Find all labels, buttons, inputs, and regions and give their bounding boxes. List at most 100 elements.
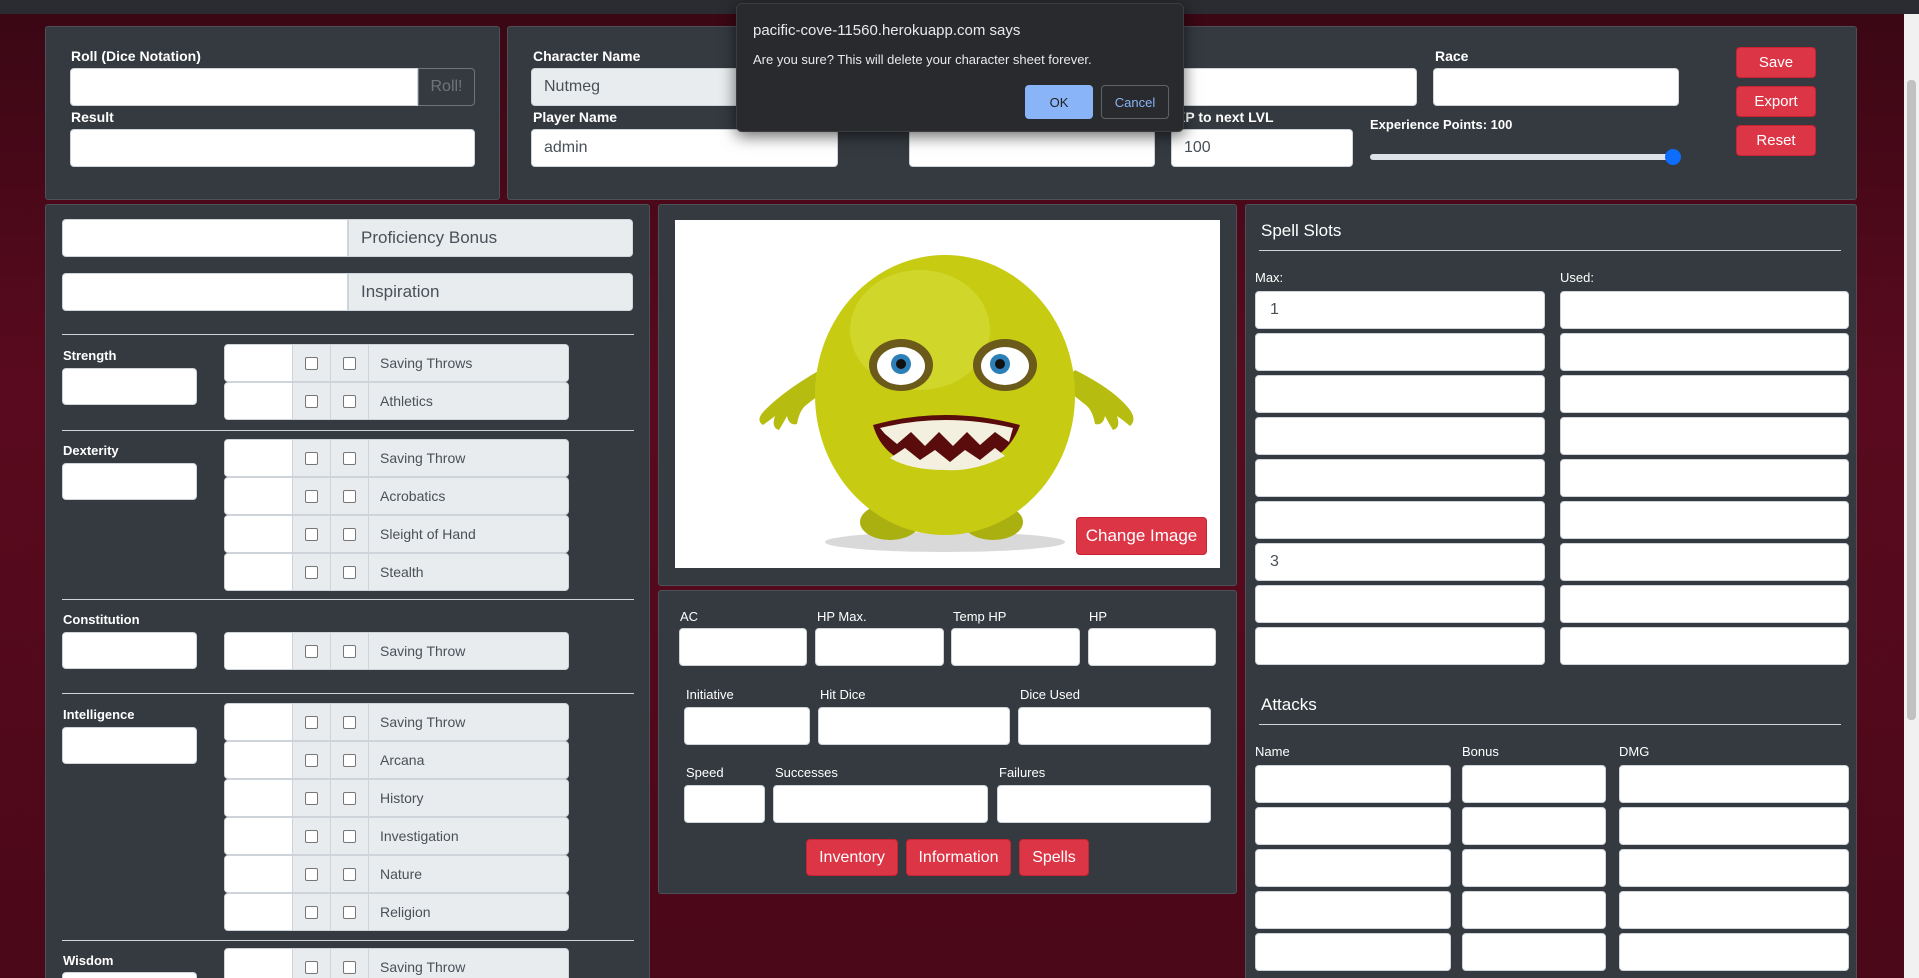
skill-value[interactable] bbox=[225, 742, 293, 778]
spell-slot-max-4[interactable] bbox=[1255, 417, 1545, 455]
expertise-checkbox[interactable] bbox=[331, 383, 369, 419]
spell-slot-max-6[interactable] bbox=[1255, 501, 1545, 539]
skill-row-stealth[interactable]: Stealth bbox=[224, 553, 569, 591]
spell-slot-max-8[interactable] bbox=[1255, 585, 1545, 623]
attack-bonus-field[interactable] bbox=[1462, 891, 1606, 929]
attack-name-field[interactable] bbox=[1255, 891, 1451, 929]
dialog-ok-button[interactable]: OK bbox=[1025, 85, 1093, 119]
spell-slot-used-1[interactable] bbox=[1560, 291, 1849, 329]
roll-input[interactable] bbox=[70, 68, 418, 106]
skill-row-sleight-of-hand[interactable]: Sleight of Hand bbox=[224, 515, 569, 553]
failures-field[interactable] bbox=[997, 785, 1211, 823]
inventory-button[interactable]: Inventory bbox=[806, 839, 898, 876]
proficient-checkbox[interactable] bbox=[293, 818, 331, 854]
attack-bonus-field[interactable] bbox=[1462, 807, 1606, 845]
spell-slot-used-8[interactable] bbox=[1560, 585, 1849, 623]
proficient-checkbox[interactable] bbox=[293, 383, 331, 419]
spell-slot-used-3[interactable] bbox=[1560, 375, 1849, 413]
skill-row-athletics[interactable]: Athletics bbox=[224, 382, 569, 420]
expertise-checkbox[interactable] bbox=[331, 704, 369, 740]
skill-value[interactable] bbox=[225, 440, 293, 476]
intelligence-input[interactable] bbox=[62, 727, 197, 764]
spell-slot-used-4[interactable] bbox=[1560, 417, 1849, 455]
successes-field[interactable] bbox=[773, 785, 988, 823]
skill-value[interactable] bbox=[225, 478, 293, 514]
skill-row-arcana[interactable]: Arcana bbox=[224, 741, 569, 779]
skill-row-acrobatics[interactable]: Acrobatics bbox=[224, 477, 569, 515]
experience-slider-thumb[interactable] bbox=[1665, 149, 1681, 165]
ac-field[interactable] bbox=[679, 628, 807, 666]
initiative-field[interactable] bbox=[684, 707, 810, 745]
spell-slot-max-2[interactable] bbox=[1255, 333, 1545, 371]
temp-hp-field[interactable] bbox=[951, 628, 1080, 666]
skill-row-int-save[interactable]: Saving Throw bbox=[224, 703, 569, 741]
save-button[interactable]: Save bbox=[1736, 47, 1816, 78]
hp-max-field[interactable] bbox=[815, 628, 944, 666]
spell-slot-max-5[interactable] bbox=[1255, 459, 1545, 497]
skill-value[interactable] bbox=[225, 516, 293, 552]
attack-dmg-field[interactable] bbox=[1619, 933, 1849, 971]
spell-slot-used-2[interactable] bbox=[1560, 333, 1849, 371]
player-name-field[interactable]: admin bbox=[531, 129, 838, 167]
wisdom-input[interactable] bbox=[62, 972, 197, 978]
skill-row-dex-save[interactable]: Saving Throw bbox=[224, 439, 569, 477]
expertise-checkbox[interactable] bbox=[331, 856, 369, 892]
skill-row-religion[interactable]: Religion bbox=[224, 893, 569, 931]
skill-value[interactable] bbox=[225, 818, 293, 854]
expertise-checkbox[interactable] bbox=[331, 949, 369, 978]
skill-value[interactable] bbox=[225, 780, 293, 816]
skill-value[interactable] bbox=[225, 383, 293, 419]
proficient-checkbox[interactable] bbox=[293, 894, 331, 930]
attack-dmg-field[interactable] bbox=[1619, 807, 1849, 845]
proficient-checkbox[interactable] bbox=[293, 856, 331, 892]
export-button[interactable]: Export bbox=[1736, 86, 1816, 117]
skill-row-str-save[interactable]: Saving Throws bbox=[224, 344, 569, 382]
attack-bonus-field[interactable] bbox=[1462, 849, 1606, 887]
skill-value[interactable] bbox=[225, 894, 293, 930]
expertise-checkbox[interactable] bbox=[331, 818, 369, 854]
expertise-checkbox[interactable] bbox=[331, 633, 369, 669]
attack-dmg-field[interactable] bbox=[1619, 765, 1849, 803]
proficient-checkbox[interactable] bbox=[293, 742, 331, 778]
skill-row-investigation[interactable]: Investigation bbox=[224, 817, 569, 855]
spells-button[interactable]: Spells bbox=[1019, 839, 1089, 876]
proficient-checkbox[interactable] bbox=[293, 440, 331, 476]
attack-bonus-field[interactable] bbox=[1462, 933, 1606, 971]
skill-row-wis-save[interactable]: Saving Throw bbox=[224, 948, 569, 978]
dexterity-input[interactable] bbox=[62, 463, 197, 500]
information-button[interactable]: Information bbox=[906, 839, 1011, 876]
hp-field[interactable] bbox=[1088, 628, 1216, 666]
inspiration-input[interactable] bbox=[62, 273, 348, 311]
proficiency-bonus-input[interactable] bbox=[62, 219, 348, 257]
skill-row-history[interactable]: History bbox=[224, 779, 569, 817]
result-field[interactable] bbox=[70, 129, 475, 167]
spell-slot-used-7[interactable] bbox=[1560, 543, 1849, 581]
dice-used-field[interactable] bbox=[1018, 707, 1211, 745]
spell-slot-used-6[interactable] bbox=[1560, 501, 1849, 539]
proficient-checkbox[interactable] bbox=[293, 949, 331, 978]
page-scrollbar-thumb[interactable] bbox=[1907, 80, 1916, 720]
race-field[interactable] bbox=[1433, 68, 1679, 106]
spell-slot-used-9[interactable] bbox=[1560, 627, 1849, 665]
expertise-checkbox[interactable] bbox=[331, 516, 369, 552]
skill-row-con-save[interactable]: Saving Throw bbox=[224, 632, 569, 670]
spell-slot-max-9[interactable] bbox=[1255, 627, 1545, 665]
attack-name-field[interactable] bbox=[1255, 807, 1451, 845]
skill-value[interactable] bbox=[225, 704, 293, 740]
proficient-checkbox[interactable] bbox=[293, 633, 331, 669]
proficient-checkbox[interactable] bbox=[293, 780, 331, 816]
attack-name-field[interactable] bbox=[1255, 849, 1451, 887]
spell-slot-used-5[interactable] bbox=[1560, 459, 1849, 497]
spell-slot-max-7[interactable]: 3 bbox=[1255, 543, 1545, 581]
xp-next-field[interactable]: 100 bbox=[1171, 129, 1353, 167]
skill-value[interactable] bbox=[225, 554, 293, 590]
expertise-checkbox[interactable] bbox=[331, 780, 369, 816]
strength-input[interactable] bbox=[62, 368, 197, 405]
proficient-checkbox[interactable] bbox=[293, 554, 331, 590]
expertise-checkbox[interactable] bbox=[331, 894, 369, 930]
background-field[interactable] bbox=[909, 129, 1155, 167]
expertise-checkbox[interactable] bbox=[331, 742, 369, 778]
class-field[interactable] bbox=[1150, 68, 1417, 106]
expertise-checkbox[interactable] bbox=[331, 345, 369, 381]
proficient-checkbox[interactable] bbox=[293, 704, 331, 740]
